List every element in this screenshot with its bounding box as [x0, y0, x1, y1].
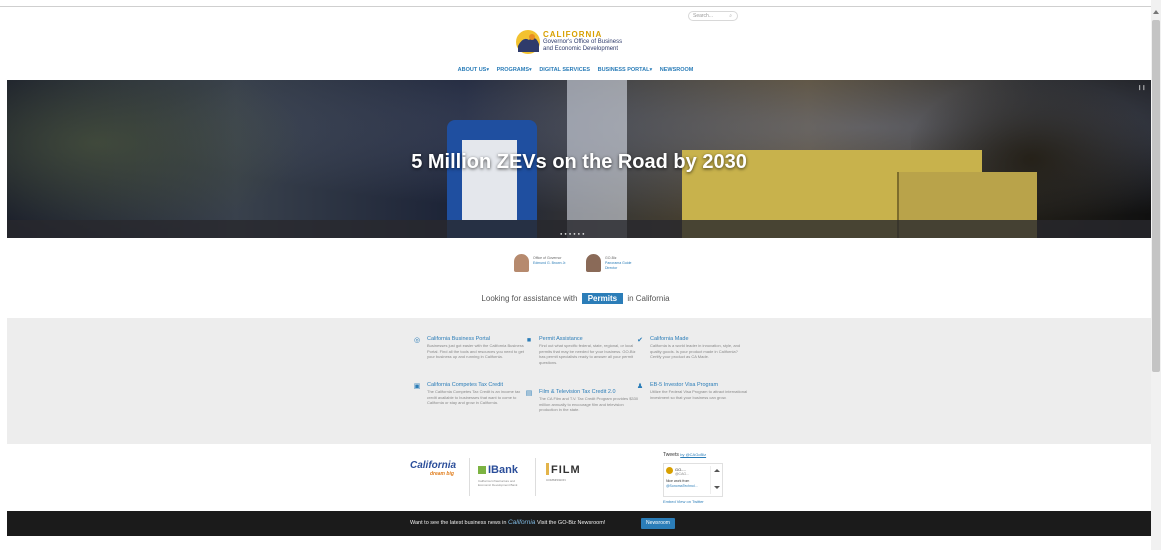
feature-desc: California is a world leader in innovati… — [650, 343, 741, 359]
feature-title[interactable]: Permit Assistance — [539, 336, 583, 342]
main-nav: ABOUT US▾ PROGRAMS▾ DIGITAL SERVICES BUS… — [0, 67, 1151, 73]
gobiz-logo[interactable]: CALIFORNIA Governor's Office of Business… — [515, 28, 645, 58]
ca-dream-sub: dream big — [430, 471, 454, 477]
governor-office: Office of Governor — [533, 256, 562, 260]
hero-headline: 5 Million ZEVs on the Road by 2030 — [411, 151, 747, 173]
tweets-header: Tweets by @CAGoBiz — [663, 452, 748, 458]
director-avatar — [586, 254, 601, 272]
california-logo-icon — [516, 30, 540, 54]
film-sub: COMMISSION — [546, 478, 566, 482]
scroll-up-arrow-icon[interactable] — [1153, 10, 1159, 14]
scroll-thumb[interactable] — [1152, 20, 1160, 372]
newsroom-button[interactable]: Newsroom — [641, 518, 675, 529]
feature-title[interactable]: California Competes Tax Credit — [427, 382, 503, 388]
nav-about-us[interactable]: ABOUT US▾ — [458, 67, 489, 73]
twitter-widget: Tweets by @CAGoBiz GO-... @CAG... Nice w… — [663, 452, 748, 510]
feature-desc: The CA Film and T.V. Tax Credit Program … — [539, 396, 639, 412]
tweets-title: Tweets — [663, 452, 679, 458]
ibank-text: IBank — [488, 464, 518, 476]
feature-title[interactable]: EB-5 Investor Visa Program — [650, 382, 718, 388]
leadership-links: Office of Governor Edmund G. Brown Jr. G… — [514, 254, 654, 274]
tweet-scroller — [710, 466, 720, 494]
ibank-sub: California Infrastructure and Economic D… — [478, 479, 518, 487]
director-org: GO-Biz — [605, 256, 617, 260]
newsbar-suffix: Visit the GO-Biz Newsroom! — [536, 520, 606, 526]
feature-desc: Find out what specific federal, state, r… — [539, 343, 636, 365]
nav-business-portal[interactable]: BUSINESS PORTAL▾ — [598, 67, 653, 73]
director-name[interactable]: Panorama Guide — [605, 261, 631, 265]
nav-newsroom[interactable]: NEWSROOM — [660, 67, 694, 73]
logo-line-2: Governor's Office of Business — [543, 39, 623, 45]
newsbar-prefix: Want to see the latest business news in — [410, 520, 507, 526]
tweet-mention[interactable]: @SonomaTechnol... — [666, 484, 698, 488]
logo-divider — [535, 458, 536, 496]
feature-desc: The California Competes Tax Credit is an… — [427, 389, 521, 405]
newsroom-banner-text: Want to see the latest business news in … — [410, 519, 605, 526]
tweet-scroll-down-icon[interactable] — [714, 486, 720, 489]
film-mark-icon — [546, 463, 549, 475]
nav-digital-services[interactable]: DIGITAL SERVICES — [539, 67, 590, 73]
page-scrollbar[interactable] — [1151, 0, 1161, 550]
nav-programs[interactable]: PROGRAMS▾ — [497, 67, 532, 73]
ca-dream-text: California — [410, 460, 457, 471]
carousel-pause-icon[interactable]: ❙❙ — [1138, 85, 1146, 91]
hero-carousel[interactable]: 5 Million ZEVs on the Road by 2030 ●●●●●… — [7, 80, 1151, 238]
person-icon: ♟ — [636, 383, 644, 390]
feature-title[interactable]: Film & Television Tax Credit 2.0 — [539, 389, 616, 395]
tweets-footer-links[interactable]: Embed View on Twitter — [663, 499, 704, 504]
checkmark-icon: ✔ — [637, 337, 643, 344]
governor-avatar — [514, 254, 529, 272]
document-icon: ■ — [526, 337, 532, 344]
tweets-by-link[interactable]: by @CAGoBiz — [680, 452, 706, 457]
logo-divider — [469, 458, 470, 496]
logo-line-1: CALIFORNIA — [543, 30, 603, 39]
search-input[interactable]: Search... ⌕ — [688, 11, 738, 21]
carousel-indicators[interactable]: ●●●●●● — [560, 231, 587, 236]
film-icon: ▤ — [525, 390, 533, 397]
film-commission-logo[interactable]: FILM COMMISSION — [546, 460, 586, 496]
feature-desc: Utilize the Federal Visa Program to attr… — [650, 389, 748, 400]
governor-name[interactable]: Edmund G. Brown Jr. — [533, 261, 566, 265]
assist-prefix: Looking for assistance with — [481, 294, 578, 303]
features-section: ◎ California Business Portal Businesses … — [7, 318, 1151, 444]
director-title: Director — [605, 266, 618, 270]
ibank-mark-icon — [478, 466, 486, 474]
tweet-card[interactable]: GO-... @CAG... Nice work from @SonomaTec… — [663, 463, 723, 497]
assistance-prompt: Looking for assistance with Permits in C… — [0, 293, 1151, 304]
ibank-logo[interactable]: IBank California Infrastructure and Econ… — [478, 460, 528, 496]
feature-desc: Businesses just got easier with the Cali… — [427, 343, 524, 359]
newsroom-banner: Want to see the latest business news in … — [7, 511, 1151, 536]
certificate-icon: ▣ — [413, 383, 421, 390]
target-icon: ◎ — [413, 337, 421, 344]
feature-title[interactable]: California Made — [650, 336, 689, 342]
assist-topic-button[interactable]: Permits — [581, 293, 624, 304]
search-icon[interactable]: ⌕ — [729, 13, 732, 19]
search-placeholder: Search... — [693, 13, 714, 19]
browser-top-border — [0, 6, 1151, 7]
film-text: FILM — [551, 464, 581, 476]
newsbar-california: California — [507, 519, 536, 526]
tweet-text: Nice work from — [666, 479, 690, 483]
assist-suffix: in California — [627, 294, 670, 303]
tweet-handle: @CAG... — [675, 472, 690, 476]
logo-line-3: and Economic Development — [543, 46, 619, 52]
california-dream-big-logo[interactable]: California dream big — [410, 460, 460, 496]
feature-title[interactable]: California Business Portal — [427, 336, 490, 342]
tweet-scroll-up-icon[interactable] — [714, 469, 720, 472]
tweet-avatar — [666, 467, 673, 474]
partner-logos: California dream big IBank California In… — [410, 455, 590, 500]
